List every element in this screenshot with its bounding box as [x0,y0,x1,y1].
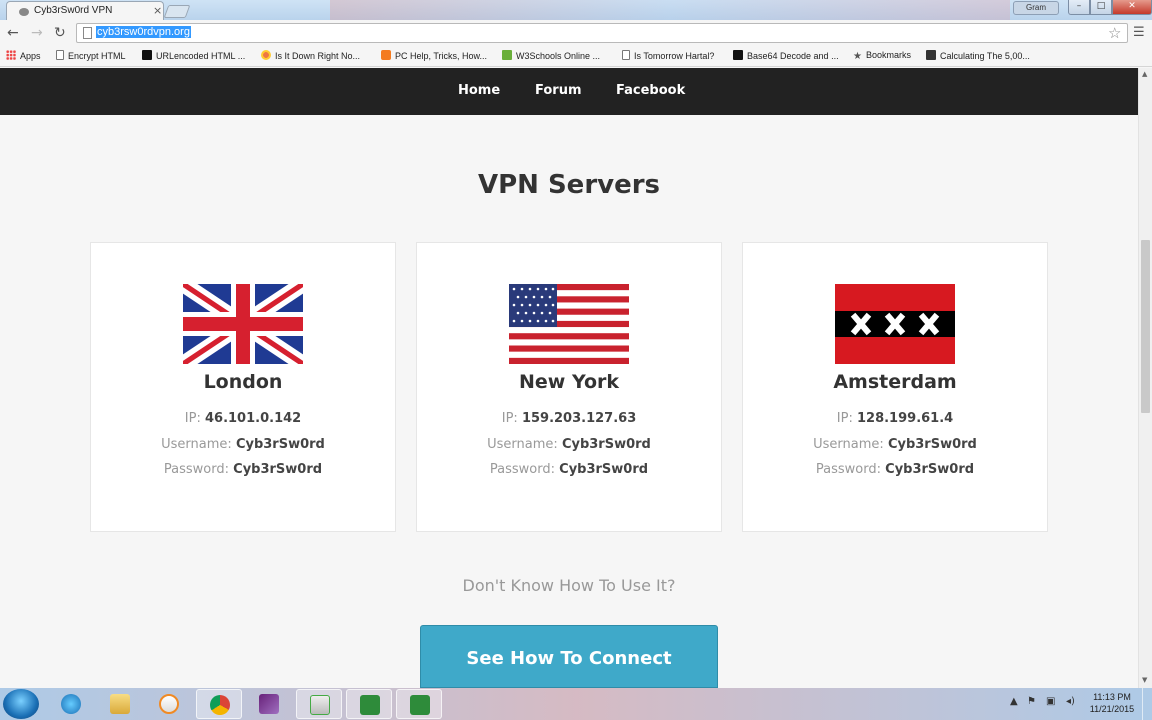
tray-expand-icon[interactable]: ▲ [1010,696,1018,707]
tab-cyb3rsw0rd-vpn[interactable]: Cyb3rSw0rd VPN × [6,1,164,20]
nav-forum-link[interactable]: Forum [535,83,582,98]
bookmark-is-tomorrow-hartal[interactable]: Is Tomorrow Hartal? [622,50,714,64]
server-card-amsterdam: Amsterdam IP: 128.199.61.4 Username: Cyb… [742,242,1048,532]
amsterdam-flag-icon [835,284,955,364]
tray-volume-icon[interactable]: ◂) [1066,696,1075,707]
scroll-up-arrow-icon[interactable]: ▲ [1142,70,1147,78]
clock-date: 11/21/2015 [1089,704,1135,714]
bookmark-urlencoded-html[interactable]: URLencoded HTML ... [142,50,245,64]
chart-app-icon [310,695,330,715]
apps-grid-icon [6,50,16,60]
favicon-icon [261,50,271,60]
maximize-window-button[interactable]: □ [1090,0,1112,15]
tab-close-icon[interactable]: × [153,4,162,17]
server-card-new-york: New York IP: 159.203.127.63 Username: Cy… [416,242,722,532]
windows-start-button[interactable] [3,689,39,719]
browser-title-bar: Cyb3rSw0rd VPN × Gram – □ ✕ [0,0,1152,20]
bookmark-bookmarks-folder[interactable]: ★ Bookmarks [853,50,911,64]
chrome-icon [210,695,230,715]
taskbar-file-explorer[interactable] [97,689,143,719]
server-ip: IP: 46.101.0.142 [184,411,302,426]
server-username: Username: Cyb3rSw0rd [487,437,651,452]
tray-flag-icon[interactable]: ⚑ [1027,696,1036,707]
taskbar-chart-app[interactable] [296,689,342,719]
w3schools-icon [502,50,512,60]
server-password: Password: Cyb3rSw0rd [163,462,323,477]
taskbar-clock[interactable]: 11:13 PM 11/21/2015 [1086,691,1138,715]
bookmark-apps[interactable]: Apps [6,50,41,64]
bookmark-star-icon[interactable]: ☆ [1108,24,1121,42]
uk-flag-icon [183,284,303,364]
page-scrollbar[interactable]: ▲ ▼ [1138,68,1152,688]
page-icon [622,50,630,60]
reload-icon[interactable]: ↻ [54,25,66,41]
close-window-button[interactable]: ✕ [1112,0,1152,15]
bookmark-calculating[interactable]: Calculating The 5,00... [926,50,1030,64]
server-username: Username: Cyb3rSw0rd [161,437,325,452]
b64-icon [733,50,743,60]
new-tab-button[interactable] [163,5,191,18]
visual-studio-icon [259,694,279,714]
url-text[interactable]: cyb3rsw0rdvpn.org [96,26,191,38]
bookmark-base64-decode[interactable]: Base64 Decode and ... [733,50,839,64]
minimize-window-button[interactable]: – [1068,0,1090,15]
howto-text: Don't Know How To Use It? [462,576,676,595]
windows-taskbar: ▲ ⚑ ▣ ◂) 11:13 PM 11/21/2015 [0,688,1152,720]
forward-arrow-icon[interactable]: → [31,25,43,41]
taskbar-camtasia-2[interactable] [396,689,442,719]
clock-time: 11:13 PM [1093,692,1131,702]
tab-favicon-icon [19,8,29,16]
nav-home-link[interactable]: Home [458,83,500,98]
taskbar-chrome[interactable] [196,689,242,719]
server-password: Password: Cyb3rSw0rd [815,462,975,477]
nav-facebook-link[interactable]: Facebook [616,83,685,98]
camtasia-icon [410,695,430,715]
server-city: London [203,371,283,393]
page-title: VPN Servers [477,170,661,200]
browser-toolbar: ← → ↻ cyb3rsw0rdvpn.org ☆ ☰ [0,20,1152,46]
server-password: Password: Cyb3rSw0rd [489,462,649,477]
chrome-menu-icon[interactable]: ☰ [1133,25,1145,40]
server-city: New York [518,371,620,393]
back-arrow-icon[interactable]: ← [7,25,19,41]
bookmark-encrypt-html[interactable]: Encrypt HTML [56,50,126,64]
bookmark-is-it-down[interactable]: Is It Down Right No... [261,50,360,64]
scrollbar-thumb[interactable] [1141,240,1150,413]
folder-icon [110,694,130,714]
black-square-icon [142,50,152,60]
server-ip: IP: 128.199.61.4 [836,411,954,426]
black-square-icon [926,50,936,60]
site-navigation: Home Forum Facebook [0,68,1138,115]
camtasia-icon [360,695,380,715]
main-content: VPN Servers London IP: 46.101.0.142 User… [0,115,1138,688]
taskbar-internet-explorer[interactable] [48,689,94,719]
media-player-icon [159,694,179,714]
taskbar-camtasia-1[interactable] [346,689,392,719]
show-desktop-button[interactable] [1142,688,1152,720]
taskbar-visual-studio[interactable] [246,689,292,719]
bookmarks-bar: Apps Encrypt HTML URLencoded HTML ... Is… [0,46,1152,67]
us-flag-icon [509,284,629,364]
server-card-london: London IP: 46.101.0.142 Username: Cyb3rS… [90,242,396,532]
scroll-down-arrow-icon[interactable]: ▼ [1142,676,1147,684]
star-icon: ★ [853,51,862,62]
taskbar-media-player[interactable] [146,689,192,719]
tray-network-icon[interactable]: ▣ [1046,696,1055,707]
blogger-icon [381,50,391,60]
bookmark-pc-help[interactable]: PC Help, Tricks, How... [381,50,487,64]
server-ip: IP: 159.203.127.63 [501,411,637,426]
internet-explorer-icon [61,694,81,714]
address-bar[interactable]: cyb3rsw0rdvpn.org ☆ [76,23,1128,43]
page-icon [56,50,64,60]
see-how-to-connect-button[interactable]: See How To Connect [420,625,718,688]
tab-title: Cyb3rSw0rd VPN [34,5,113,16]
bookmark-w3schools[interactable]: W3Schools Online ... [502,50,600,64]
server-username: Username: Cyb3rSw0rd [813,437,977,452]
page-icon [83,27,92,39]
server-city: Amsterdam [833,371,957,393]
profile-button[interactable]: Gram [1013,1,1059,15]
